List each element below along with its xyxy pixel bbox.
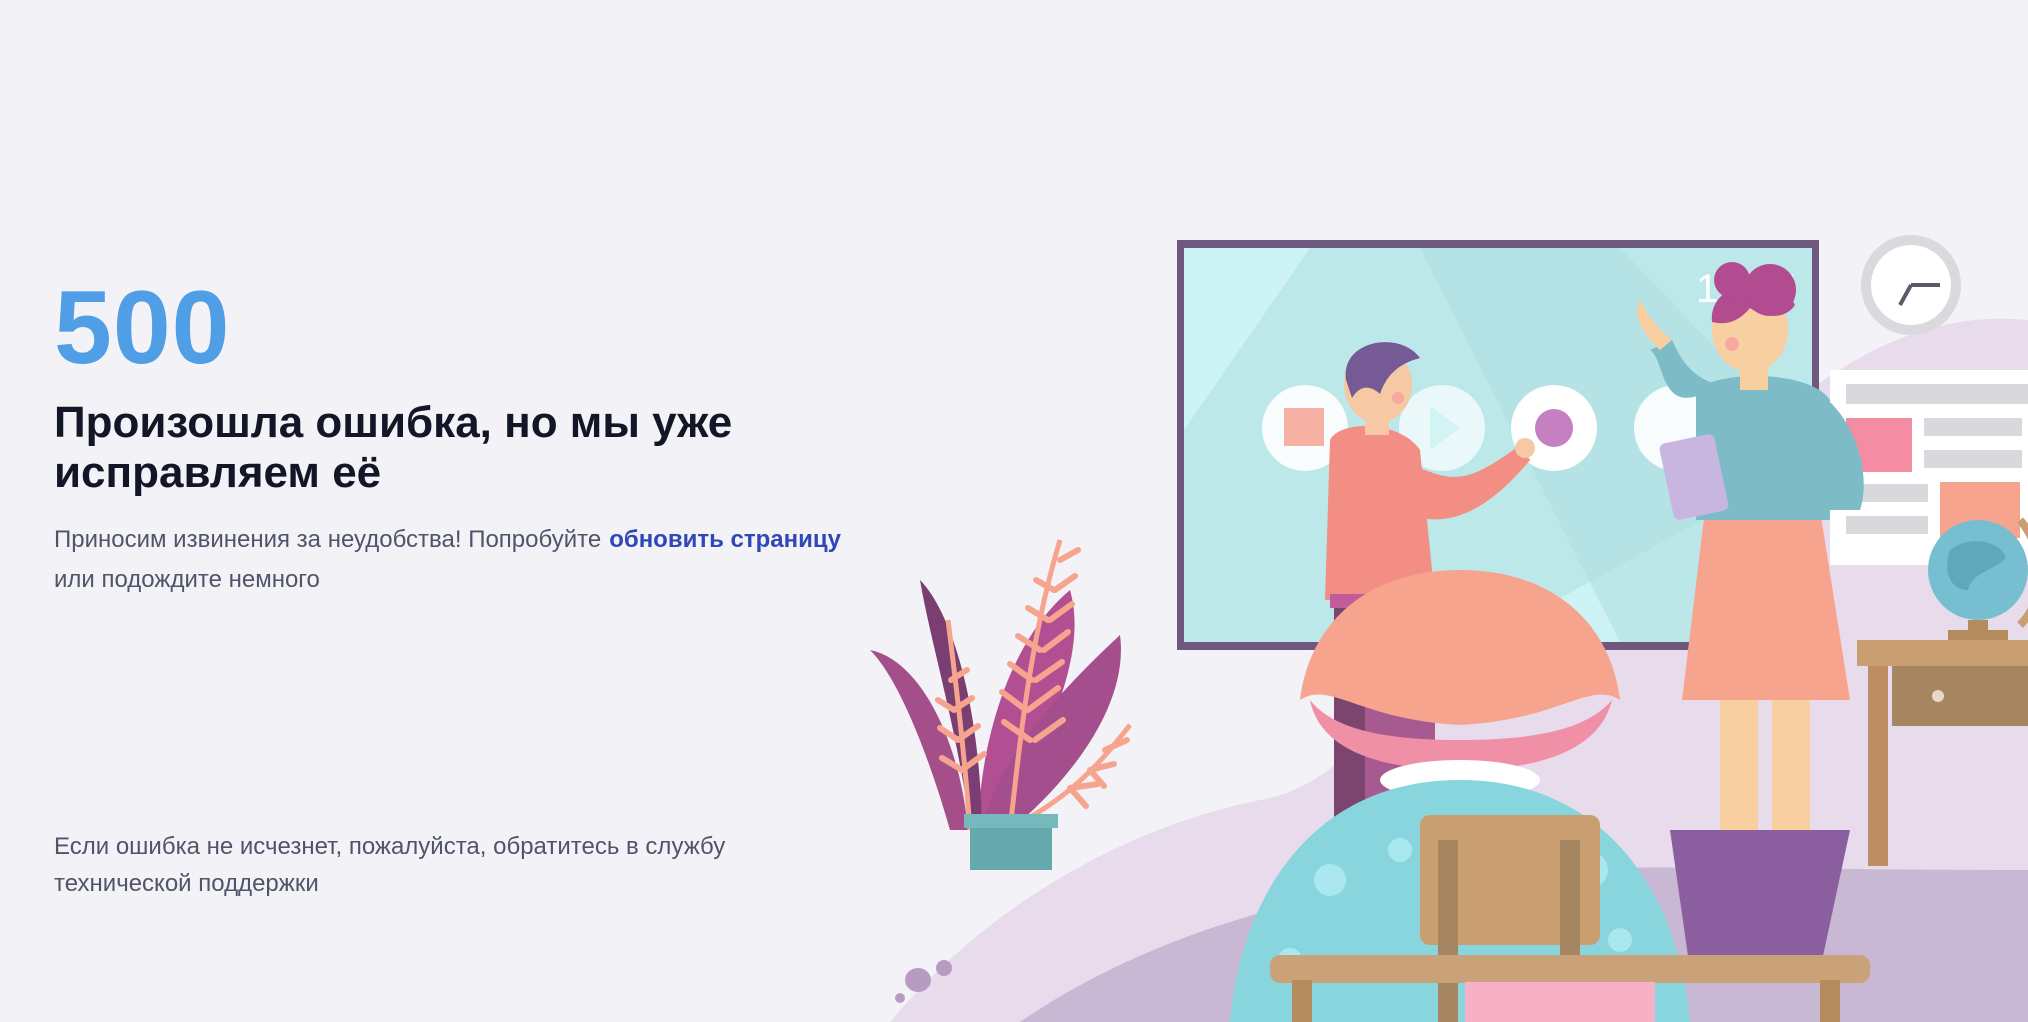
error-message-text: Приносим извинения за неудобства! Попроб… (54, 526, 602, 553)
plant-icon (870, 539, 1132, 870)
support-message: Если ошибка не исчезнет, пожалуйста, обр… (54, 833, 726, 897)
error-title: Произошла ошибка, но мы уже исправляем е… (54, 398, 733, 497)
clock-icon (1861, 235, 1961, 335)
refresh-page-link[interactable]: обновить страницу (609, 526, 841, 553)
classroom-illustration: 12:15 (860, 180, 2028, 1022)
error-message-suffix: или подождите немного (54, 566, 320, 593)
error-code: 500 (54, 270, 231, 386)
error-message: Приносим извинения за неудобства! Попроб… (54, 520, 934, 600)
error-page: 500 Произошла ошибка, но мы уже исправля… (0, 0, 2028, 1022)
error-content: 500 Произошла ошибка, но мы уже исправля… (54, 0, 934, 1022)
